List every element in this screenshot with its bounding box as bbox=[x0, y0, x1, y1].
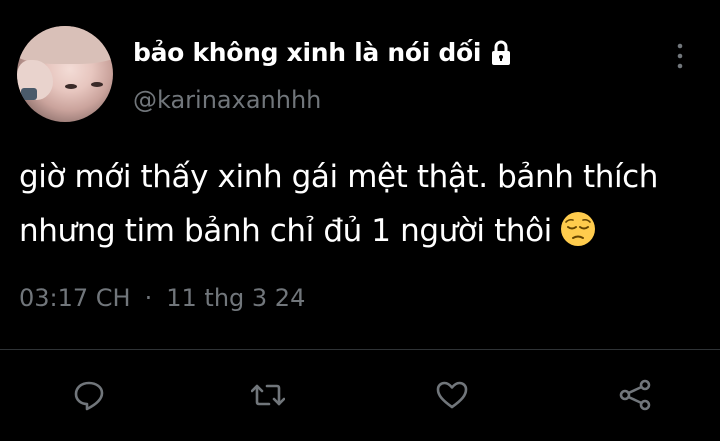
tweet-text-line-with-emoji: nhưng tim bảnh chỉ đủ 1 người thôi bbox=[19, 204, 709, 258]
tweet-text-line: nhưng tim bảnh chỉ đủ 1 người thôi bbox=[19, 213, 552, 249]
more-vertical-icon[interactable] bbox=[668, 40, 692, 72]
meta-separator: · bbox=[144, 284, 153, 312]
share-icon bbox=[619, 379, 651, 411]
lock-icon bbox=[489, 40, 513, 66]
author-name-row: bảo không xinh là nói dối bbox=[133, 38, 513, 67]
tweet-text: giờ mới thấy xinh gái mệt thật. bảnh thí… bbox=[19, 150, 709, 258]
tweet-meta: 03:17 CH · 11 thg 3 24 bbox=[19, 284, 305, 312]
pensive-face-emoji bbox=[560, 210, 596, 246]
avatar[interactable] bbox=[17, 26, 113, 122]
retweet-button[interactable] bbox=[245, 372, 291, 418]
reply-icon bbox=[74, 381, 104, 411]
user-handle[interactable]: @karinaxanhhh bbox=[133, 86, 321, 114]
divider bbox=[0, 349, 720, 350]
share-button[interactable] bbox=[612, 372, 658, 418]
tweet-time[interactable]: 03:17 CH bbox=[19, 284, 131, 312]
tweet-text-line: giờ mới thấy xinh gái mệt thật. bảnh thí… bbox=[19, 159, 659, 195]
display-name[interactable]: bảo không xinh là nói dối bbox=[133, 38, 481, 67]
heart-icon bbox=[436, 381, 468, 409]
reply-button[interactable] bbox=[66, 372, 112, 418]
tweet-date[interactable]: 11 thg 3 24 bbox=[166, 284, 305, 312]
retweet-icon bbox=[251, 384, 285, 406]
like-button[interactable] bbox=[429, 372, 475, 418]
action-bar bbox=[0, 372, 720, 418]
